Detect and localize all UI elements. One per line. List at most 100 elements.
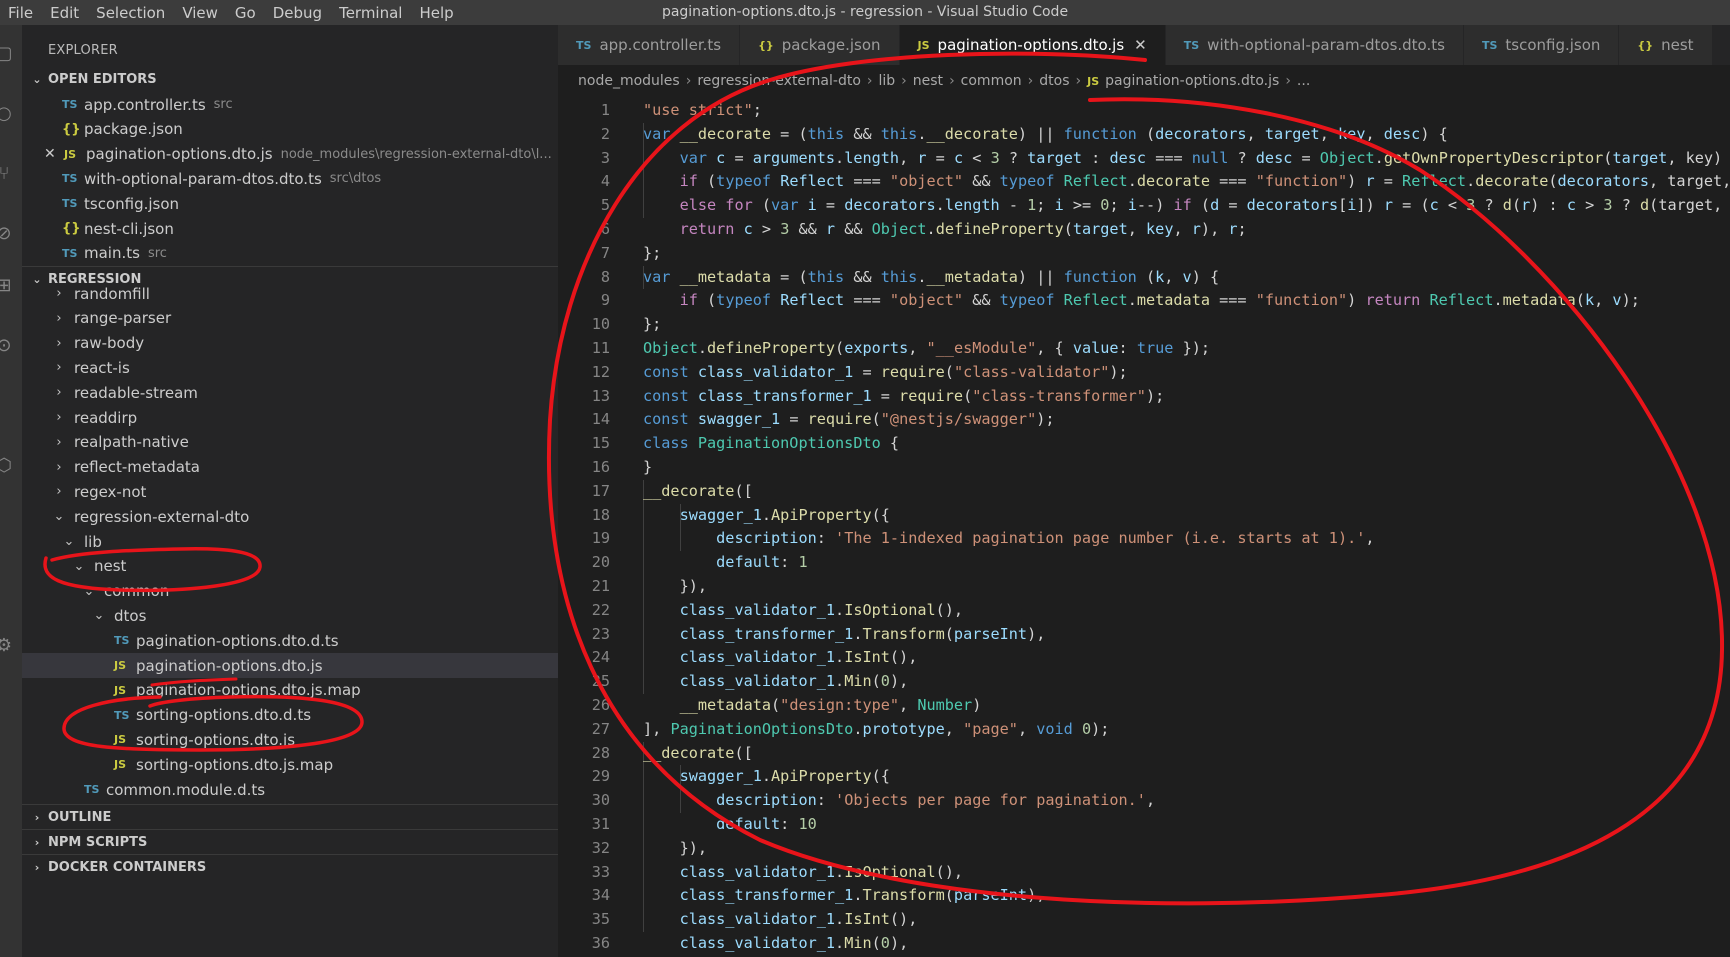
tree-item-react-is[interactable]: › react-is xyxy=(22,355,558,380)
menu-bar: File Edit Selection View Go Debug Terminal Help xyxy=(8,0,471,25)
line-number: 29 xyxy=(591,767,610,786)
code-line: 4 if (typeof Reflect === "object" && typ… xyxy=(558,170,1730,195)
tree-item-nest[interactable]: ⌄ nest xyxy=(22,554,558,579)
breadcrumb-item[interactable]: node_modules xyxy=(578,73,680,89)
file-name: tsconfig.json xyxy=(84,194,180,213)
breadcrumb-item[interactable]: dtos xyxy=(1039,73,1069,89)
code-line: 19 description: 'The 1-indexed paginatio… xyxy=(558,527,1730,552)
open-editor-item[interactable]: TS app.controller.ts src xyxy=(22,92,558,117)
code-view[interactable]: 1 "use strict"; 2 var __decorate = (this &&… xyxy=(558,99,1730,956)
tree-item-readdirp[interactable]: › readdirp xyxy=(22,405,558,430)
menu-terminal[interactable]: Terminal xyxy=(339,4,402,22)
breadcrumb-item[interactable]: regression-external-dto xyxy=(697,73,861,89)
docker-containers-header[interactable]: › DOCKER CONTAINERS xyxy=(22,854,558,879)
editor-tabs: TS app.controller.ts {} package.json JS pagin… xyxy=(558,25,1730,65)
chevron-right-icon: › xyxy=(56,434,62,450)
open-editor-item[interactable]: ✕ JS pagination-options.dto.js node_modules… xyxy=(22,142,558,167)
open-editor-item[interactable]: {} nest-cli.json xyxy=(22,216,558,241)
code-text: if (typeof Reflect === "object" && typeo… xyxy=(679,172,1730,191)
menu-debug[interactable]: Debug xyxy=(273,4,322,22)
menu-file[interactable]: File xyxy=(8,4,33,22)
docker-icon[interactable]: ⬡ xyxy=(0,445,22,485)
line-number: 2 xyxy=(600,124,610,143)
breadcrumb-item[interactable]: common xyxy=(961,73,1022,89)
search-icon[interactable]: ○ xyxy=(0,93,22,133)
file-name: package.json xyxy=(84,120,183,139)
code-line: 26 __metadata("design:type", Number) xyxy=(558,694,1730,718)
open-editor-item[interactable]: TS with-optional-param-dtos.dto.ts src\dto… xyxy=(22,166,558,191)
line-number: 14 xyxy=(591,410,610,429)
tab-package-json[interactable]: {} package.json xyxy=(740,25,900,65)
breadcrumb-item[interactable]: lib xyxy=(879,73,896,89)
tree-item-pagination-options-dto-js[interactable]: JS pagination-options.dto.js xyxy=(22,653,558,678)
code-line: 10}; xyxy=(558,313,1730,337)
close-icon[interactable]: ✕ xyxy=(44,146,60,162)
tree-item-realpath-native[interactable]: › realpath-native xyxy=(22,430,558,455)
code-line: 23 class_transformer_1.Transform(parseIn… xyxy=(558,622,1730,647)
settings-icon[interactable]: ⚙ xyxy=(0,625,22,665)
tree-item-randomfill[interactable]: › randomfill xyxy=(22,281,558,306)
tree-item-range-parser[interactable]: › range-parser xyxy=(22,306,558,331)
breadcrumb-item[interactable]: pagination-options.dto.js xyxy=(1105,73,1279,89)
chevron-right-icon: › xyxy=(56,286,62,301)
outline-header[interactable]: › OUTLINE xyxy=(22,804,558,829)
source-control-icon[interactable]: ⑂ xyxy=(0,153,22,193)
tab-label: package.json xyxy=(781,36,881,54)
tree-item-regex-not[interactable]: › regex-not xyxy=(22,479,558,504)
code-text: }), xyxy=(643,838,708,857)
json-file-icon: {} xyxy=(62,221,81,236)
tree-item-dtos[interactable]: ⌄ dtos xyxy=(22,603,558,628)
tab-nest[interactable]: {} nest xyxy=(1619,25,1713,65)
tree-item-pagination-options-dto-js-map[interactable]: JS pagination-options.dto.js.map xyxy=(22,678,558,703)
debug-icon[interactable]: ⊘ xyxy=(0,213,22,253)
tree-item-common[interactable]: ⌄ common xyxy=(22,579,558,604)
files-icon[interactable]: ▢ xyxy=(0,33,22,73)
tree-item-sorting-options-dto-d-ts[interactable]: TS sorting-options.dto.d.ts xyxy=(22,703,558,728)
code-text: var c = arguments.length, r = c < 3 ? ta… xyxy=(679,148,1723,167)
chevron-right-icon: › xyxy=(949,73,955,89)
open-editor-item[interactable]: TS main.ts src xyxy=(22,241,558,266)
tree-item-reflect-metadata[interactable]: › reflect-metadata xyxy=(22,455,558,480)
menu-go[interactable]: Go xyxy=(235,4,256,22)
tree-item-readable-stream[interactable]: › readable-stream xyxy=(22,380,558,405)
breadcrumb-item[interactable]: ... xyxy=(1297,73,1310,89)
open-editor-item[interactable]: {} package.json xyxy=(22,117,558,142)
file-path: src xyxy=(213,97,233,112)
menu-selection[interactable]: Selection xyxy=(96,4,165,22)
breadcrumb-item[interactable]: nest xyxy=(913,73,943,89)
menu-help[interactable]: Help xyxy=(419,4,453,22)
ts-file-icon: TS xyxy=(114,708,130,722)
open-editors-header[interactable]: ⌄ OPEN EDITORS xyxy=(22,67,558,92)
remote-icon[interactable]: ⊙ xyxy=(0,325,22,365)
tree-item-raw-body[interactable]: › raw-body xyxy=(22,331,558,356)
tree-item-regression-external-dto[interactable]: ⌄ regression-external-dto xyxy=(22,504,558,529)
tree-item-pagination-options-dto-d-ts[interactable]: TS pagination-options.dto.d.ts xyxy=(22,628,558,653)
tree-item-common-module-d-ts[interactable]: TS common.module.d.ts xyxy=(22,777,558,802)
tab-app-controller-ts[interactable]: TS app.controller.ts xyxy=(558,25,741,65)
tree-item-label: realpath-native xyxy=(74,433,189,452)
code-line: 14 const swagger_1 = require("@nestjs/swa… xyxy=(558,408,1730,432)
npm-scripts-header[interactable]: › NPM SCRIPTS xyxy=(22,829,558,854)
chevron-down-icon: ⌄ xyxy=(63,534,75,549)
tree-item-sorting-options-dto-js[interactable]: JS sorting-options.dto.js xyxy=(22,727,558,752)
line-number: 31 xyxy=(591,814,610,833)
tree-item-lib[interactable]: ⌄ lib xyxy=(22,529,558,554)
tree-item-sorting-options-dto-js-map[interactable]: JS sorting-options.dto.js.map xyxy=(22,752,558,777)
menu-view[interactable]: View xyxy=(182,4,218,22)
extensions-icon[interactable]: ⊞ xyxy=(0,265,22,305)
menu-edit[interactable]: Edit xyxy=(50,4,79,22)
code-text: } xyxy=(643,457,653,476)
chevron-right-icon: › xyxy=(56,360,62,376)
file-name: pagination-options.dto.js xyxy=(86,145,273,164)
file-name: main.ts xyxy=(84,244,140,263)
explorer-title: EXPLORER xyxy=(48,43,118,58)
tree-item-label: react-is xyxy=(74,358,130,377)
close-icon[interactable]: ✕ xyxy=(1134,36,1147,54)
open-editor-item[interactable]: TS tsconfig.json xyxy=(22,191,558,216)
tree-item-label: reflect-metadata xyxy=(74,458,200,477)
line-number: 1 xyxy=(600,101,610,119)
tab-tsconfig-json[interactable]: TS tsconfig.json xyxy=(1463,25,1620,65)
tab-pagination-options-dto-js[interactable]: JS pagination-options.dto.js ✕ xyxy=(899,25,1166,65)
js-file-icon: JS xyxy=(114,659,127,672)
tab-with-optional-param-dtos-dto-ts[interactable]: TS with-optional-param-dtos.dto.ts xyxy=(1165,25,1464,65)
